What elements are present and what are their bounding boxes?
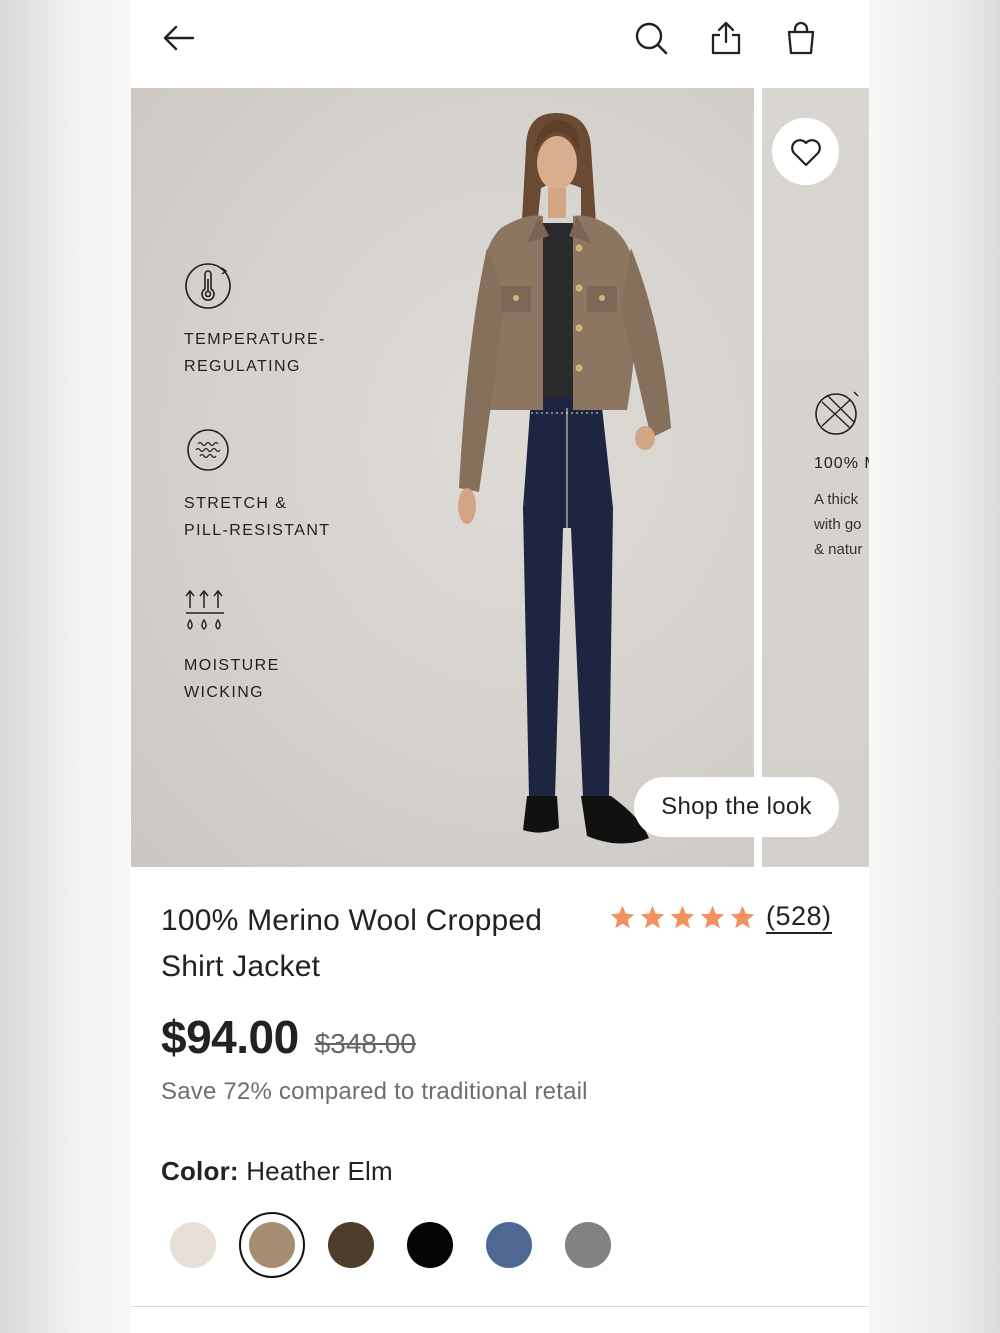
shopping-bag-icon <box>787 21 815 55</box>
rating[interactable]: (528) <box>609 900 832 934</box>
share-button[interactable] <box>704 16 748 60</box>
feature-merino: 100% M A thick with go & natur <box>814 388 869 562</box>
star-icon <box>730 905 755 928</box>
search-icon <box>635 22 668 55</box>
color-swatch[interactable] <box>565 1222 611 1268</box>
feature-stretch: STRETCH & PILL-RESISTANT <box>184 426 384 544</box>
product-model-image <box>431 108 691 867</box>
product-title: 100% Merino Wool Cropped Shirt Jacket <box>161 904 543 983</box>
heart-icon <box>790 138 821 166</box>
review-count-link[interactable]: (528) <box>766 900 832 934</box>
star-icon <box>640 905 665 928</box>
arrow-left-icon <box>163 25 195 51</box>
feature-moisture-line1: MOISTURE <box>184 657 280 674</box>
feature-stretch-line2: PILL-RESISTANT <box>184 522 331 539</box>
share-icon <box>711 21 741 55</box>
stretch-icon <box>184 426 232 474</box>
star-icon <box>700 905 725 928</box>
feature-merino-desc: A thick with go & natur <box>814 491 863 558</box>
feature-temperature-line2: REGULATING <box>184 358 301 375</box>
product-page: TEMPERATURE- REGULATING STRETCH & PILL-R… <box>131 0 869 1333</box>
color-swatch[interactable] <box>170 1222 216 1268</box>
star-icon <box>610 905 635 928</box>
gallery-slide-next[interactable]: 100% M A thick with go & natur <box>762 88 869 867</box>
shop-the-look-button[interactable]: Shop the look <box>634 777 839 837</box>
savings-text: Save 72% compared to traditional retail <box>161 1078 588 1105</box>
rating-stars <box>609 904 756 931</box>
image-gallery[interactable]: TEMPERATURE- REGULATING STRETCH & PILL-R… <box>131 88 869 867</box>
star-icon <box>670 905 695 928</box>
color-selection-label: Color: Heather Elm <box>161 1156 393 1187</box>
color-swatch[interactable] <box>486 1222 532 1268</box>
feature-merino-title: 100% M <box>814 455 869 472</box>
color-value: Heather Elm <box>246 1156 393 1186</box>
feature-temperature-line1: TEMPERATURE- <box>184 331 326 348</box>
original-price: $348.00 <box>314 1028 416 1059</box>
feature-moisture: MOISTURE WICKING <box>184 588 384 706</box>
moisture-icon <box>184 588 232 636</box>
color-swatch[interactable] <box>407 1222 453 1268</box>
favorite-button[interactable] <box>772 118 839 185</box>
search-button[interactable] <box>629 16 673 60</box>
sheep-yarn-icon <box>814 388 869 443</box>
price-row: $94.00 $348.00 <box>161 1010 416 1064</box>
thermometer-icon <box>184 262 232 310</box>
color-label: Color: <box>161 1156 239 1186</box>
feature-moisture-line2: WICKING <box>184 684 265 701</box>
top-bar <box>131 0 869 88</box>
feature-stretch-line1: STRETCH & <box>184 495 288 512</box>
gallery-slide-main[interactable]: TEMPERATURE- REGULATING STRETCH & PILL-R… <box>131 88 754 867</box>
bag-button[interactable] <box>779 16 823 60</box>
feature-temperature: TEMPERATURE- REGULATING <box>184 262 384 380</box>
back-button[interactable] <box>157 16 201 60</box>
color-swatch[interactable] <box>239 1212 305 1278</box>
divider <box>131 1306 869 1307</box>
current-price: $94.00 <box>161 1011 299 1063</box>
color-swatch[interactable] <box>328 1222 374 1268</box>
